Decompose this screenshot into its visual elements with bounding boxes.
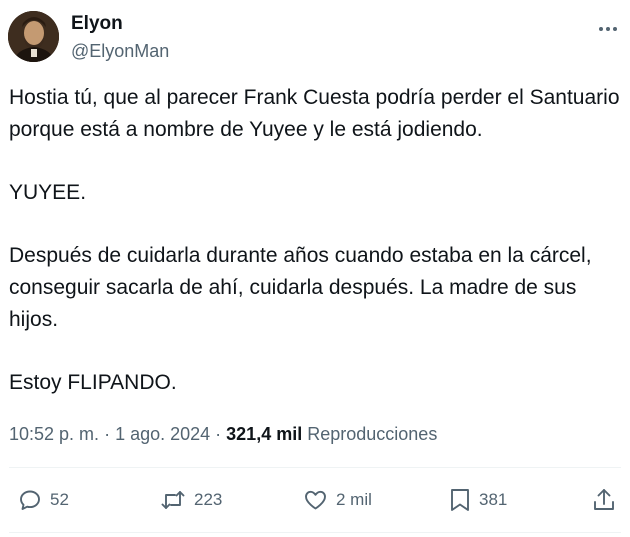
repost-button[interactable]: 223	[160, 483, 222, 517]
like-button[interactable]: 2 mil	[303, 483, 372, 517]
tweet-paragraph: Después de cuidarla durante años cuando …	[9, 244, 592, 331]
more-options-button[interactable]	[594, 16, 622, 40]
repost-icon	[160, 488, 186, 512]
more-horizontal-icon	[598, 19, 618, 37]
author-handle[interactable]: @ElyonMan	[71, 39, 169, 63]
tweet-time[interactable]: 10:52 p. m.	[9, 424, 99, 444]
meta-separator: ·	[215, 424, 222, 444]
author-names: Elyon @ElyonMan	[71, 12, 169, 63]
views-count: 321,4 mil	[226, 424, 303, 444]
tweet-header: Elyon @ElyonMan	[8, 8, 622, 64]
reply-button[interactable]: 52	[18, 483, 69, 517]
tweet-paragraph: Estoy FLIPANDO.	[9, 371, 177, 394]
tweet-card: Elyon @ElyonMan Hostia tú, que al parece…	[0, 0, 630, 537]
views-label: Reproducciones	[307, 424, 438, 444]
tweet-paragraph: YUYEE.	[9, 181, 87, 204]
author-display-name[interactable]: Elyon	[71, 12, 169, 36]
tweet-date[interactable]: 1 ago. 2024	[115, 424, 210, 444]
share-button[interactable]	[592, 483, 616, 517]
divider	[9, 532, 621, 533]
avatar[interactable]	[8, 11, 59, 62]
share-icon	[592, 487, 616, 513]
bookmark-button[interactable]: 381	[449, 483, 507, 517]
bookmark-count: 381	[479, 490, 508, 509]
tweet-text: Hostia tú, que al parecer Frank Cuesta p…	[9, 82, 621, 399]
reply-count: 52	[50, 490, 69, 509]
repost-count: 223	[194, 490, 223, 509]
like-count: 2 mil	[336, 490, 372, 509]
bookmark-icon	[449, 487, 471, 513]
divider	[9, 467, 621, 468]
tweet-meta: 10:52 p. m. · 1 ago. 2024 · 321,4 mil Reprod…	[9, 422, 437, 446]
heart-icon	[303, 488, 328, 512]
meta-separator: ·	[104, 424, 111, 444]
tweet-paragraph: Hostia tú, que al parecer Frank Cuesta p…	[9, 86, 620, 141]
action-bar: 52 223 2 mil 381	[0, 483, 630, 517]
reply-icon	[18, 488, 42, 512]
